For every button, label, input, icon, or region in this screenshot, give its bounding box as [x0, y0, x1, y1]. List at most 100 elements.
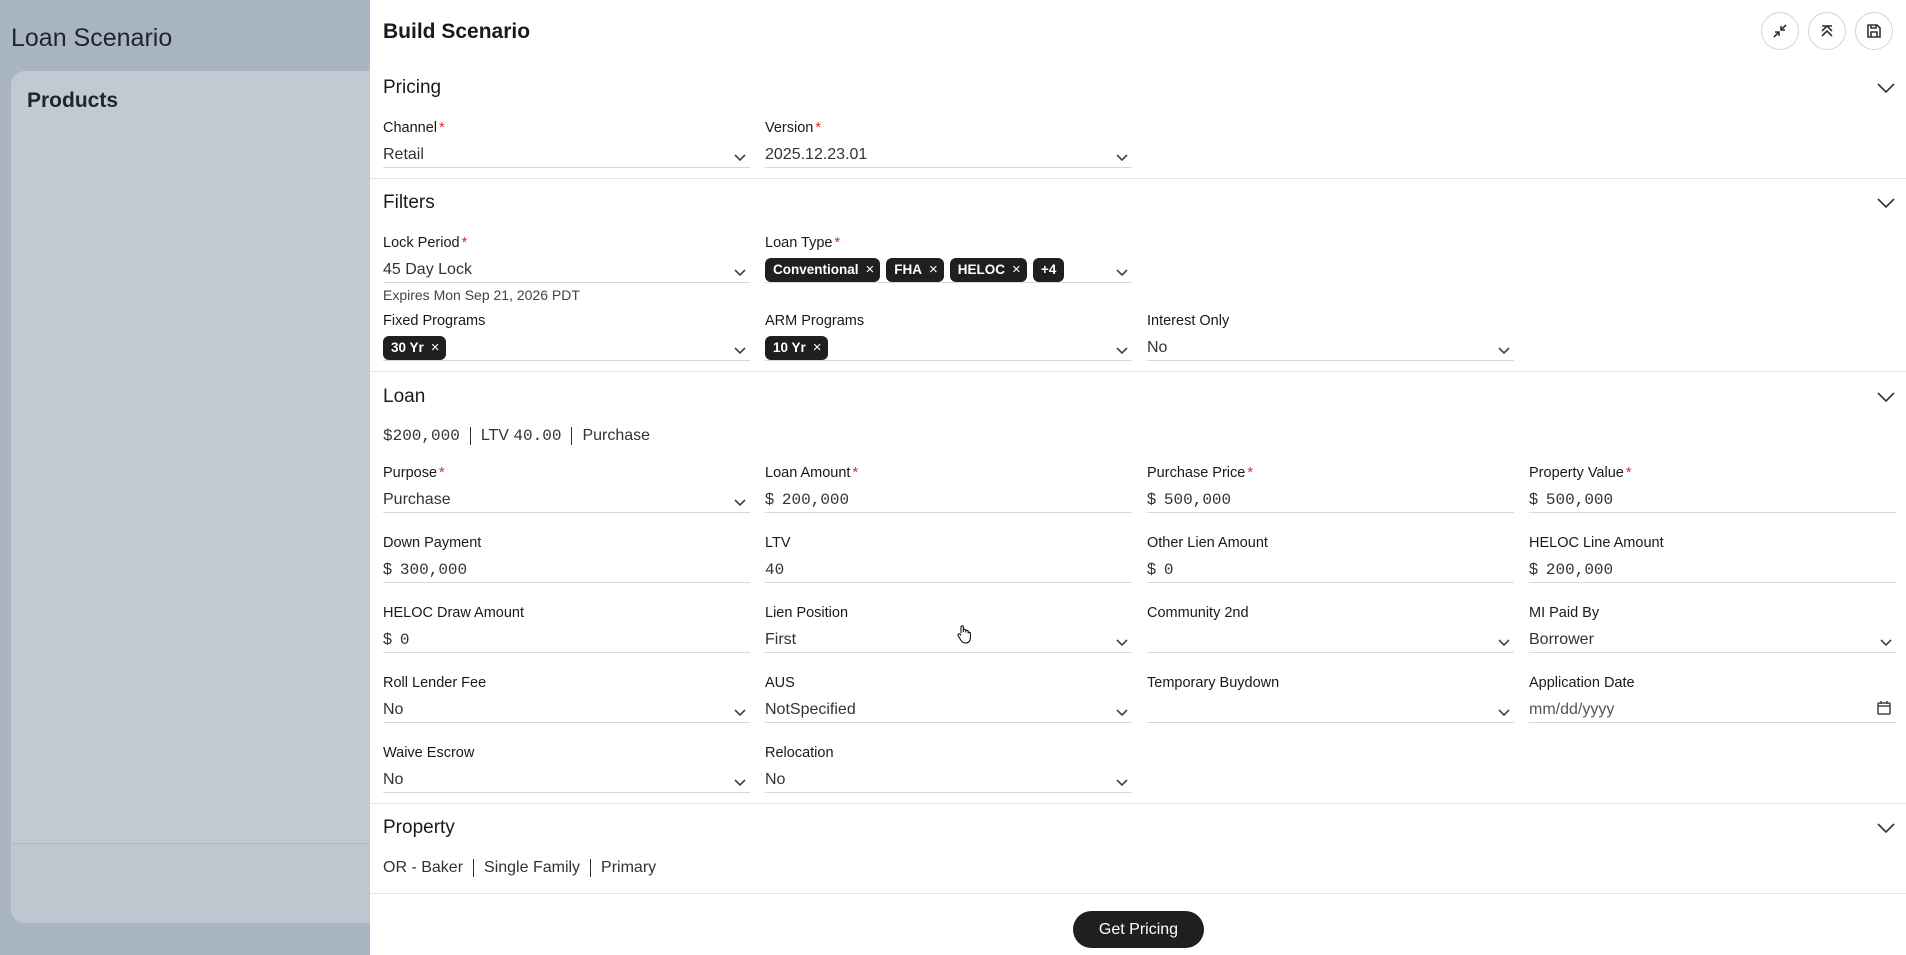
chip-remove-icon[interactable]: ×: [929, 261, 938, 278]
waive-escrow-value: No: [383, 770, 404, 788]
version-select[interactable]: 2025.12.23.01: [765, 142, 1132, 168]
heloc-draw-value: 0: [399, 630, 410, 649]
chevron-down-icon: [734, 704, 746, 717]
arm-programs-multiselect[interactable]: 10 Yr ×: [765, 335, 1132, 361]
currency-prefix: $: [1529, 490, 1538, 508]
lock-expiration-text: Expires Mon Sep 21, 2026 PDT: [383, 287, 580, 303]
summary-ltv-value: 40.00: [513, 427, 562, 445]
other-lien-label: Other Lien Amount: [1147, 535, 1268, 551]
hand-cursor-icon: [957, 625, 971, 644]
lien-position-select[interactable]: First: [765, 627, 1132, 653]
currency-prefix: $: [383, 560, 392, 578]
waive-escrow-label: Waive Escrow: [383, 745, 475, 761]
purpose-select[interactable]: Purchase: [383, 487, 750, 513]
fixed-programs-field: Fixed Programs 30 Yr ×: [383, 312, 750, 361]
chip-more-count[interactable]: +4: [1032, 257, 1065, 282]
currency-prefix: $: [765, 490, 774, 508]
loan-type-multiselect[interactable]: Conventional × FHA × HELOC × +4: [765, 257, 1132, 283]
lien-position-field: Lien Position First: [765, 604, 1132, 653]
collapse-all-icon: [1821, 24, 1833, 37]
channel-select[interactable]: Retail: [383, 142, 750, 168]
collapse-icon: [1773, 24, 1787, 38]
heloc-line-value: 200,000: [1545, 560, 1614, 579]
chip-30yr: 30 Yr ×: [383, 335, 446, 360]
down-payment-input[interactable]: $300,000: [383, 557, 750, 583]
application-date-input[interactable]: mm/dd/yyyy: [1529, 697, 1896, 723]
lock-period-select[interactable]: 45 Day Lock: [383, 257, 750, 283]
chevron-down-icon: [1876, 196, 1896, 210]
fixed-programs-multiselect[interactable]: 30 Yr ×: [383, 335, 750, 361]
chevron-down-icon: [734, 342, 746, 355]
chip-conventional: Conventional ×: [765, 257, 881, 282]
other-lien-value: 0: [1163, 560, 1174, 579]
property-type: Single Family: [484, 859, 581, 876]
divider: [370, 803, 1906, 804]
collapse-all-button[interactable]: [1808, 12, 1846, 50]
lock-period-value: 45 Day Lock: [383, 260, 472, 278]
divider: [370, 178, 1906, 179]
roll-lender-fee-field: Roll Lender Fee No: [383, 674, 750, 723]
filters-section-header[interactable]: Filters: [370, 192, 1906, 222]
purchase-price-input[interactable]: $500,000: [1147, 487, 1514, 513]
fixed-programs-label: Fixed Programs: [383, 313, 486, 329]
community-2nd-select[interactable]: [1147, 627, 1514, 653]
chip-remove-icon[interactable]: ×: [431, 339, 440, 356]
summary-loan-amount: $200,000: [383, 427, 460, 445]
waive-escrow-select[interactable]: No: [383, 767, 750, 793]
aus-select[interactable]: NotSpecified: [765, 697, 1132, 723]
chip-remove-icon[interactable]: ×: [813, 339, 822, 356]
loan-section-header[interactable]: Loan: [370, 386, 1906, 416]
property-value-label: Property Value: [1529, 465, 1624, 481]
mi-paid-by-label: MI Paid By: [1529, 605, 1600, 621]
roll-lender-fee-label: Roll Lender Fee: [383, 675, 487, 691]
purchase-price-label: Purchase Price: [1147, 465, 1246, 481]
chevron-down-icon: [1116, 342, 1128, 355]
chip-remove-icon[interactable]: ×: [866, 261, 875, 278]
property-value-input[interactable]: $500,000: [1529, 487, 1896, 513]
loan-amount-field: Loan Amount * $200,000: [765, 464, 1132, 513]
relocation-field: Relocation No: [765, 744, 1132, 793]
property-section-header[interactable]: Property: [370, 817, 1906, 847]
chevron-down-icon: [1116, 774, 1128, 787]
aus-label: AUS: [765, 675, 795, 691]
interest-only-select[interactable]: No: [1147, 335, 1514, 361]
filters-section-title: Filters: [383, 192, 435, 213]
chip-remove-icon[interactable]: ×: [1012, 261, 1021, 278]
build-scenario-drawer: Build Scenario Pricing Channel * Retail V…: [370, 0, 1906, 955]
lock-period-field: Lock Period * 45 Day Lock Expires Mon Sep…: [383, 234, 750, 303]
community-2nd-label: Community 2nd: [1147, 605, 1249, 621]
chevron-down-icon: [1876, 821, 1896, 835]
chip-fha: FHA ×: [886, 257, 944, 282]
temporary-buydown-label: Temporary Buydown: [1147, 675, 1280, 691]
other-lien-input[interactable]: $0: [1147, 557, 1514, 583]
save-button[interactable]: [1855, 12, 1893, 50]
summary-purpose: Purchase: [582, 427, 651, 444]
products-card-footer: [11, 843, 431, 923]
calendar-icon[interactable]: [1876, 700, 1892, 716]
ltv-input[interactable]: 40: [765, 557, 1132, 583]
mi-paid-by-select[interactable]: Borrower: [1529, 627, 1896, 653]
loan-amount-value: 200,000: [781, 490, 850, 509]
roll-lender-fee-select[interactable]: No: [383, 697, 750, 723]
relocation-select[interactable]: No: [765, 767, 1132, 793]
chevron-down-icon: [1116, 149, 1128, 162]
heloc-draw-label: HELOC Draw Amount: [383, 605, 525, 621]
loan-amount-input[interactable]: $200,000: [765, 487, 1132, 513]
collapse-button[interactable]: [1761, 12, 1799, 50]
pricing-section-header[interactable]: Pricing: [370, 77, 1906, 107]
purpose-value: Purchase: [383, 490, 451, 508]
temporary-buydown-select[interactable]: [1147, 697, 1514, 723]
heloc-line-input[interactable]: $200,000: [1529, 557, 1896, 583]
chip-heloc: HELOC ×: [949, 257, 1027, 282]
chevron-down-icon: [1498, 634, 1510, 647]
get-pricing-button[interactable]: Get Pricing: [1073, 911, 1204, 948]
property-value-value: 500,000: [1545, 490, 1614, 509]
lien-position-value: First: [765, 630, 797, 648]
ltv-label: LTV: [765, 535, 791, 551]
relocation-label: Relocation: [765, 745, 834, 761]
heloc-draw-input[interactable]: $0: [383, 627, 750, 653]
version-field: Version * 2025.12.23.01: [765, 119, 1132, 168]
lien-position-label: Lien Position: [765, 605, 849, 621]
version-value: 2025.12.23.01: [765, 145, 868, 163]
application-date-field: Application Date mm/dd/yyyy: [1529, 674, 1896, 723]
